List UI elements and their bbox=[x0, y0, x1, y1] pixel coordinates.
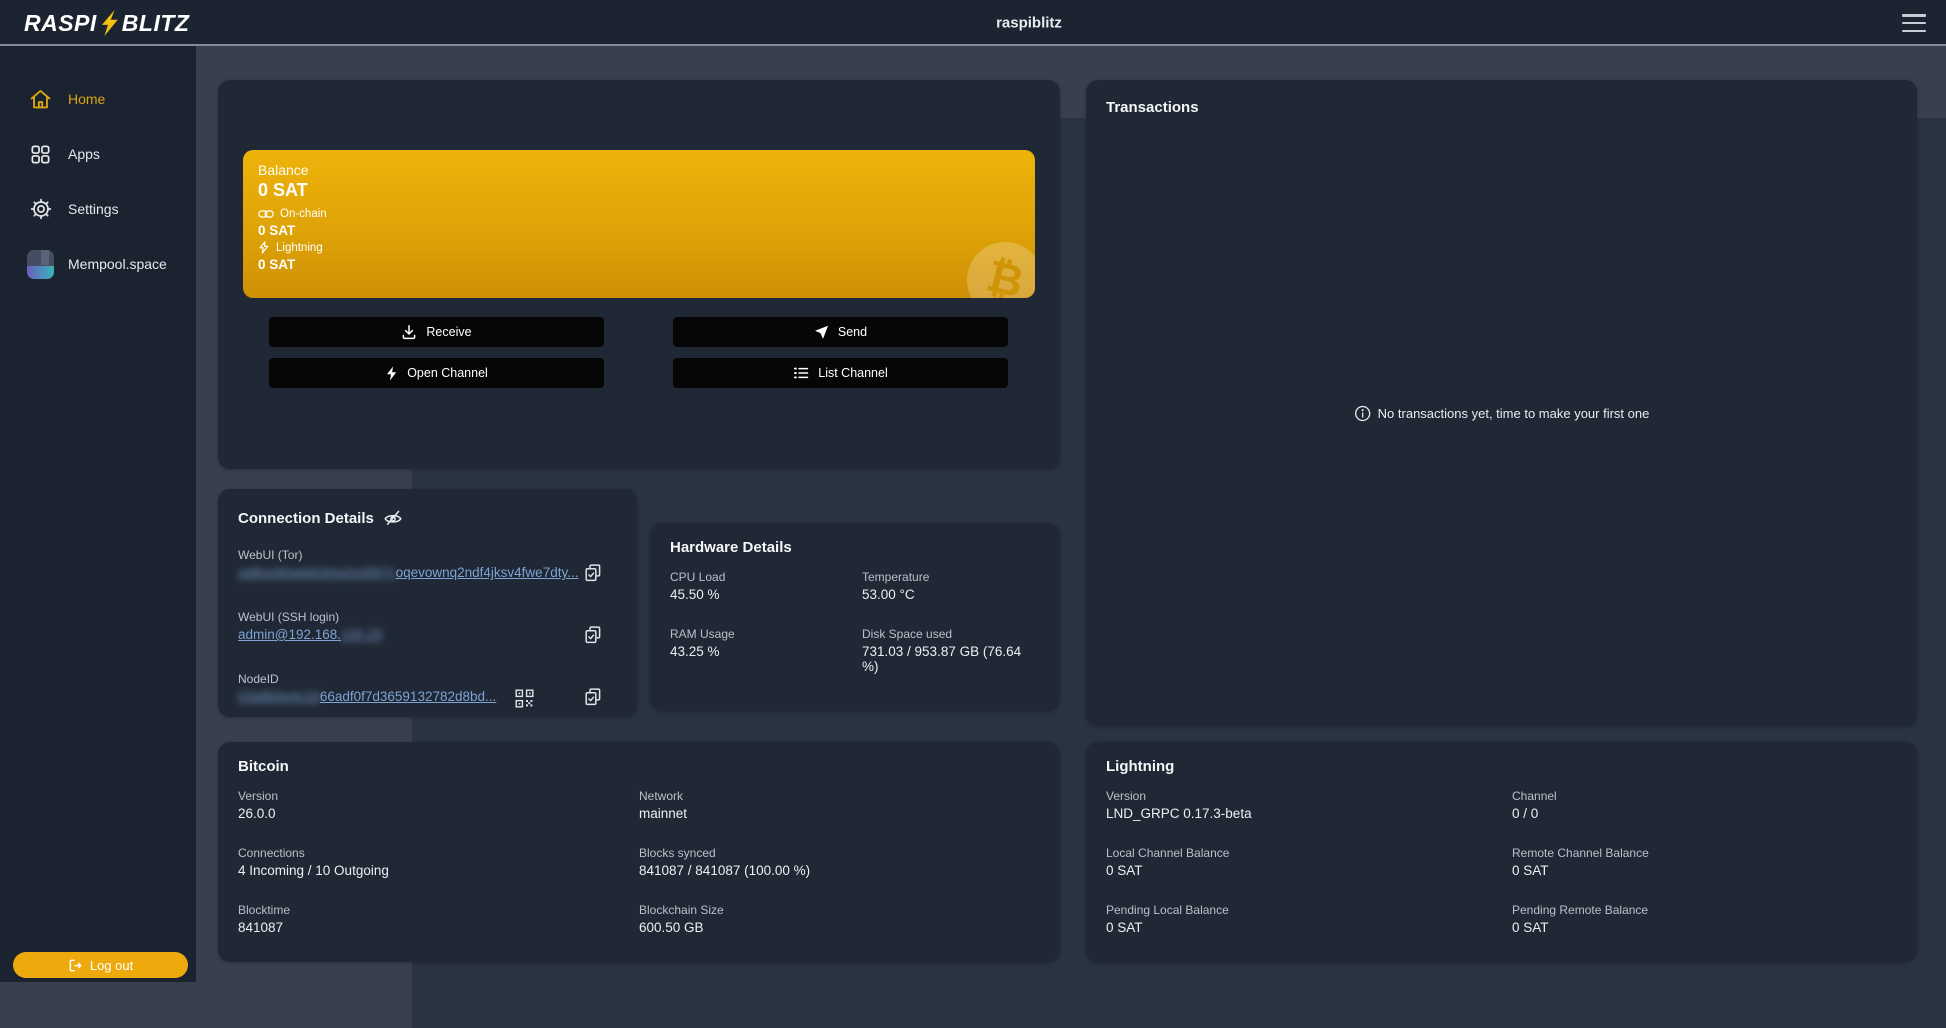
sidebar: Home Apps Settings Mempool.space bbox=[0, 46, 196, 982]
copy-icon[interactable] bbox=[583, 625, 603, 645]
chain-link-icon bbox=[258, 208, 274, 220]
stat-ram-usage: RAM Usage 43.25 % bbox=[670, 627, 862, 674]
stat-ln-channel: Channel 0 / 0 bbox=[1512, 789, 1897, 821]
nodeid-field: NodeID 03a8b5e4c2d66adf0f7d3659132782d8b… bbox=[238, 672, 617, 709]
onchain-value: 0 SAT bbox=[258, 223, 1020, 238]
webui-tor-link[interactable]: xqtkxvbhwple3mu2xs5b7coqevownq2ndf4jksv4… bbox=[238, 565, 578, 580]
lightning-card: Lightning Version LND_GRPC 0.17.3-beta C… bbox=[1086, 742, 1917, 962]
sidebar-item-label: Mempool.space bbox=[68, 256, 167, 272]
lightning-bolt-icon bbox=[258, 241, 270, 254]
send-label: Send bbox=[838, 325, 867, 339]
send-plane-icon bbox=[814, 325, 829, 340]
balance-total-value: 0 SAT bbox=[258, 180, 1020, 201]
stat-ln-remote-balance: Remote Channel Balance 0 SAT bbox=[1512, 846, 1897, 878]
stat-disk-space: Disk Space used 731.03 / 953.87 GB (76.6… bbox=[862, 627, 1040, 674]
bitcoin-title: Bitcoin bbox=[238, 758, 1040, 775]
logo-bolt-icon bbox=[101, 10, 118, 36]
webui-ssh-field: WebUI (SSH login) admin@192.168.100.20 bbox=[238, 610, 617, 647]
stat-ln-pending-local: Pending Local Balance 0 SAT bbox=[1106, 903, 1512, 935]
mempool-space-icon bbox=[27, 250, 54, 279]
stat-ln-pending-remote: Pending Remote Balance 0 SAT bbox=[1512, 903, 1897, 935]
webui-ssh-link[interactable]: admin@192.168.100.20 bbox=[238, 627, 382, 642]
apps-grid-icon bbox=[27, 143, 54, 166]
qr-code-icon[interactable] bbox=[515, 689, 534, 708]
sidebar-item-home[interactable]: Home bbox=[0, 86, 196, 112]
lightning-title: Lightning bbox=[1106, 758, 1897, 775]
nodeid-link[interactable]: 03a8b5e4c2d66adf0f7d3659132782d8bd... bbox=[238, 689, 496, 704]
logo-text-raspi: RASPI bbox=[24, 10, 97, 37]
webui-tor-field: WebUI (Tor) xqtkxvbhwple3mu2xs5b7coqevow… bbox=[238, 548, 617, 585]
stat-temperature: Temperature 53.00 °C bbox=[862, 570, 1040, 602]
connection-details-title: Connection Details bbox=[238, 510, 374, 527]
stat-cpu-load: CPU Load 45.50 % bbox=[670, 570, 862, 602]
info-icon bbox=[1354, 405, 1371, 422]
sidebar-item-settings[interactable]: Settings bbox=[0, 196, 196, 222]
lightning-row: Lightning bbox=[258, 241, 1020, 254]
logout-button[interactable]: Log out bbox=[13, 952, 188, 978]
page-title: raspiblitz bbox=[996, 15, 1062, 32]
header-bar: RASPI BLITZ raspiblitz bbox=[0, 0, 1946, 46]
gear-icon bbox=[27, 197, 54, 221]
transactions-card: Transactions No transactions yet, time t… bbox=[1086, 80, 1917, 726]
sidebar-item-apps[interactable]: Apps bbox=[0, 141, 196, 167]
open-channel-label: Open Channel bbox=[407, 366, 488, 380]
transactions-empty-message: No transactions yet, time to make your f… bbox=[1378, 406, 1650, 421]
webui-ssh-label: WebUI (SSH login) bbox=[238, 610, 617, 624]
onchain-row: On-chain bbox=[258, 208, 1020, 220]
sidebar-item-label: Settings bbox=[68, 201, 119, 217]
copy-icon[interactable] bbox=[583, 563, 603, 583]
lightning-value: 0 SAT bbox=[258, 257, 1020, 272]
logout-icon bbox=[68, 958, 83, 973]
list-channel-button[interactable]: List Channel bbox=[673, 358, 1008, 388]
bolt-icon bbox=[385, 366, 398, 381]
open-channel-button[interactable]: Open Channel bbox=[269, 358, 604, 388]
stat-btc-blockchain-size: Blockchain Size 600.50 GB bbox=[639, 903, 1040, 935]
transactions-title: Transactions bbox=[1106, 99, 1897, 116]
stat-btc-blocktime: Blocktime 841087 bbox=[238, 903, 639, 935]
copy-icon[interactable] bbox=[583, 687, 603, 707]
webui-tor-label: WebUI (Tor) bbox=[238, 548, 617, 562]
logout-label: Log out bbox=[90, 958, 133, 973]
raspiblitz-logo: RASPI BLITZ bbox=[24, 8, 189, 38]
stat-btc-version: Version 26.0.0 bbox=[238, 789, 639, 821]
hardware-details-title: Hardware Details bbox=[670, 539, 1040, 556]
stat-btc-connections: Connections 4 Incoming / 10 Outgoing bbox=[238, 846, 639, 878]
stat-ln-version: Version LND_GRPC 0.17.3-beta bbox=[1106, 789, 1512, 821]
onchain-label: On-chain bbox=[280, 208, 327, 220]
home-icon bbox=[27, 87, 54, 112]
send-button[interactable]: Send bbox=[673, 317, 1008, 347]
lightning-label: Lightning bbox=[276, 242, 323, 254]
receive-download-icon bbox=[401, 324, 417, 340]
hardware-details-card: Hardware Details CPU Load 45.50 % Temper… bbox=[650, 523, 1060, 711]
balance-summary-card: Balance 0 SAT On-chain 0 SAT Lightning 0… bbox=[243, 150, 1035, 298]
stat-btc-blocks-synced: Blocks synced 841087 / 841087 (100.00 %) bbox=[639, 846, 1040, 878]
nodeid-label: NodeID bbox=[238, 672, 617, 686]
sidebar-item-label: Home bbox=[68, 91, 105, 107]
stat-btc-network: Network mainnet bbox=[639, 789, 1040, 821]
wallet-card: Balance 0 SAT On-chain 0 SAT Lightning 0… bbox=[218, 80, 1060, 469]
list-icon bbox=[793, 366, 809, 380]
eye-slash-icon[interactable] bbox=[383, 508, 403, 528]
receive-button[interactable]: Receive bbox=[269, 317, 604, 347]
sidebar-item-mempool[interactable]: Mempool.space bbox=[0, 251, 196, 277]
receive-label: Receive bbox=[426, 325, 471, 339]
logo-text-blitz: BLITZ bbox=[122, 10, 190, 37]
bitcoin-card: Bitcoin Version 26.0.0 Network mainnet C… bbox=[218, 742, 1060, 962]
sidebar-item-label: Apps bbox=[68, 146, 100, 162]
list-channel-label: List Channel bbox=[818, 366, 888, 380]
balance-title: Balance bbox=[258, 162, 1020, 178]
connection-details-card: Connection Details WebUI (Tor) xqtkxvbhw… bbox=[218, 489, 637, 717]
stat-ln-local-balance: Local Channel Balance 0 SAT bbox=[1106, 846, 1512, 878]
transactions-empty-state: No transactions yet, time to make your f… bbox=[1354, 405, 1650, 422]
hamburger-menu-icon[interactable] bbox=[1902, 14, 1926, 32]
